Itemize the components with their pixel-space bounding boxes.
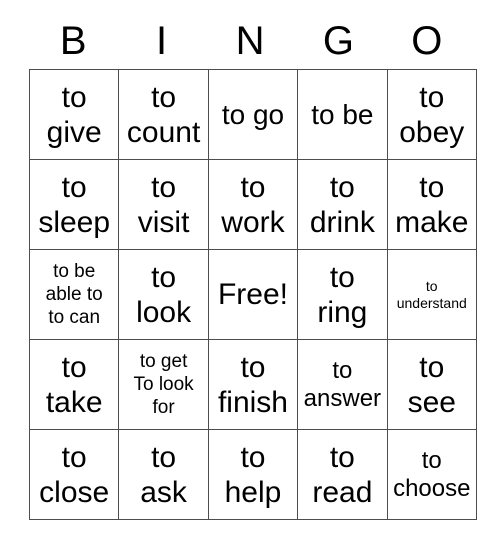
bingo-grid: to give to count to go to be to obey to … [28, 69, 477, 520]
bingo-cell-label: to help [224, 440, 282, 509]
bingo-cell-label: to drink [309, 170, 375, 239]
bingo-cell[interactable]: to take [28, 339, 120, 430]
bingo-cell-label: to visit [137, 170, 190, 239]
bingo-row: to give to count to go to be to obey [28, 69, 477, 160]
bingo-cell-label: to be [311, 99, 374, 130]
bingo-cell-label: to sleep [38, 170, 111, 239]
bingo-cell[interactable]: to visit [118, 159, 209, 250]
bingo-header-letter-g: G [322, 19, 354, 63]
bingo-cell[interactable]: to help [207, 429, 299, 520]
bingo-cell-label: to ring [317, 260, 368, 329]
bingo-cell[interactable]: to look [118, 249, 209, 340]
bingo-row: to be able to to can to look Free! to ri… [28, 249, 477, 340]
bingo-cell[interactable]: to understand [386, 249, 477, 340]
bingo-header-letter-b: B [59, 19, 87, 63]
bingo-cell[interactable]: to get To look for [118, 339, 209, 430]
bingo-cell-label: to work [221, 170, 285, 239]
bingo-cell-label: to go [221, 99, 285, 130]
bingo-cell-label: to take [45, 350, 103, 419]
bingo-cell-label: to understand [396, 277, 467, 311]
bingo-cell[interactable]: to read [297, 429, 388, 520]
bingo-cell[interactable]: to ring [297, 249, 388, 340]
bingo-cell[interactable]: to close [28, 429, 120, 520]
bingo-cell-label: to choose [393, 446, 471, 502]
bingo-cell-label: to look [136, 260, 192, 329]
bingo-cell[interactable]: to see [386, 339, 477, 430]
bingo-cell-label: to get To look for [133, 351, 194, 418]
bingo-cell[interactable]: to sleep [28, 159, 120, 250]
bingo-cell[interactable]: to obey [386, 69, 477, 160]
bingo-cell-label: to be able to to can [45, 261, 103, 328]
bingo-cell-label: to read [312, 440, 373, 509]
bingo-cell[interactable]: to drink [297, 159, 388, 250]
bingo-cell-label: to ask [140, 440, 187, 509]
bingo-cell[interactable]: to answer [297, 339, 388, 430]
bingo-cell[interactable]: to be able to to can [28, 249, 120, 340]
bingo-cell-label: to answer [303, 356, 382, 412]
bingo-cell[interactable]: to count [118, 69, 209, 160]
bingo-free-cell[interactable]: Free! [207, 249, 299, 340]
bingo-cell[interactable]: to finish [207, 339, 299, 430]
bingo-cell[interactable]: to be [297, 69, 388, 160]
bingo-card: B I N G O to give to count to go to be t… [28, 0, 477, 520]
bingo-cell[interactable]: to choose [386, 429, 477, 520]
bingo-header-letter-n: N [235, 19, 265, 63]
bingo-cell-label: to see [407, 350, 456, 419]
bingo-cell[interactable]: to ask [118, 429, 209, 520]
bingo-cell-label: to finish [217, 350, 288, 419]
bingo-cell-label: to give [46, 80, 102, 149]
bingo-cell[interactable]: to go [207, 69, 299, 160]
bingo-cell-label: to count [126, 80, 201, 149]
bingo-free-label: Free! [217, 278, 288, 311]
bingo-cell-label: to obey [399, 80, 465, 149]
bingo-header-letter-o: O [411, 19, 443, 63]
bingo-cell-label: to close [39, 440, 110, 509]
bingo-row: to sleep to visit to work to drink to ma… [28, 159, 477, 250]
bingo-row: to take to get To look for to finish to … [28, 339, 477, 430]
bingo-cell[interactable]: to work [207, 159, 299, 250]
bingo-cell[interactable]: to make [386, 159, 477, 250]
bingo-cell[interactable]: to give [28, 69, 120, 160]
bingo-cell-label: to make [395, 170, 469, 239]
bingo-header-row: B I N G O [29, 0, 471, 69]
bingo-header-letter-i: I [156, 19, 168, 63]
bingo-row: to close to ask to help to read to choos… [28, 429, 477, 520]
